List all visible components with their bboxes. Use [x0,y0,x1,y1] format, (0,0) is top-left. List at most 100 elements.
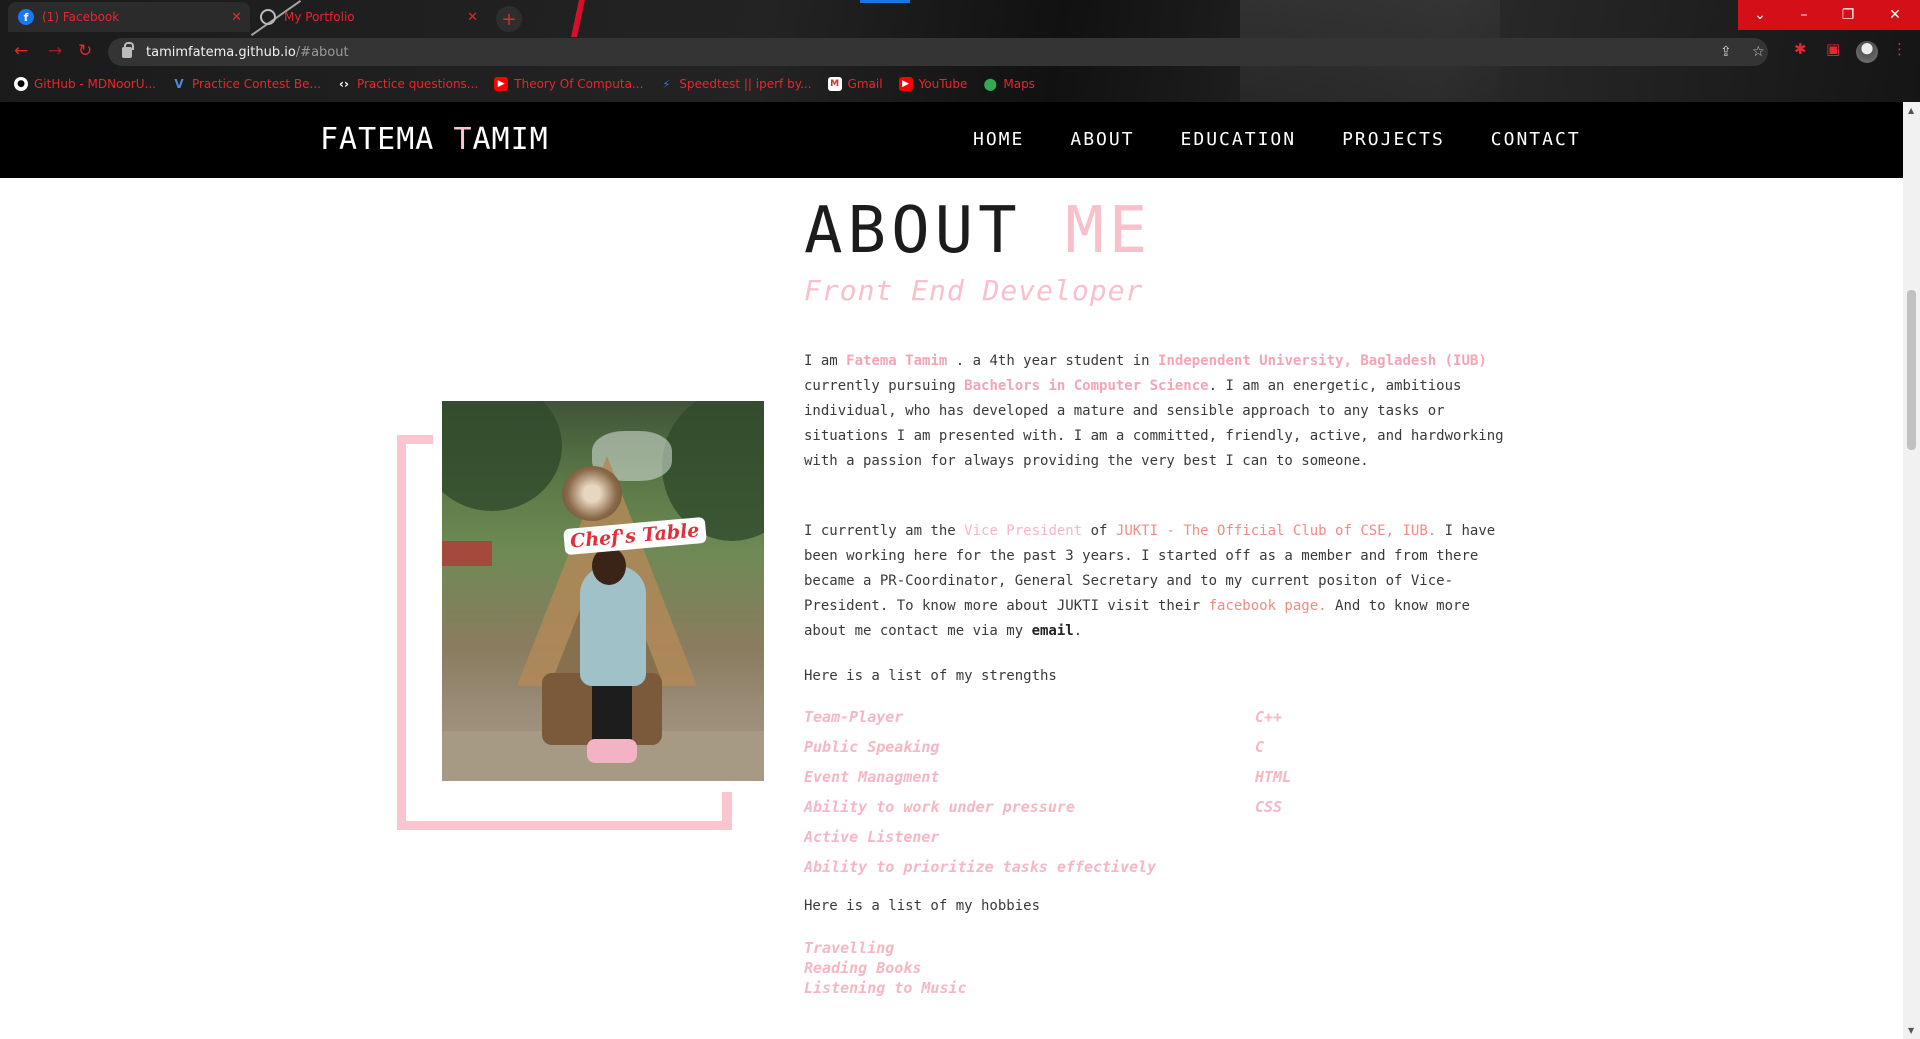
photo-person-head [592,547,626,585]
skill-item: C [1255,738,1265,756]
bookmark-label: GitHub - MDNoorU... [34,77,156,91]
photo-tent [442,541,492,566]
v-icon: V [174,77,184,91]
facebook-page-link[interactable]: facebook page. [1209,598,1327,614]
highlight-degree: Bachelors in Computer Science [964,378,1209,394]
bookmark-youtube[interactable]: ▶ YouTube [898,77,967,91]
bookmark-github[interactable]: ● GitHub - MDNoorU... [14,77,156,91]
gmail-icon: M [827,77,842,91]
scroll-down-arrow-icon[interactable]: ▼ [1908,1026,1914,1035]
globe-icon [260,9,276,25]
about-heading: ABOUT ME [804,194,1152,268]
url-path: /#about [295,44,349,60]
jukti-link[interactable]: JUKTI - The Official Club of CSE, IUB. [1116,523,1436,539]
skill-item: C++ [1255,708,1283,726]
menu-dots-icon[interactable]: ⋮ [1892,40,1907,58]
profile-avatar[interactable] [1856,41,1878,63]
logo-accent-letter: T [453,122,473,157]
photo-flowers [562,466,622,521]
restore-button[interactable]: ❐ [1826,0,1870,30]
text: . [1073,623,1083,639]
skill-item: HTML [1255,768,1292,786]
strengths-intro: Here is a list of my strengths [804,668,1057,684]
bookmark-label: Practice Contest Be... [191,77,321,91]
close-icon[interactable]: ✕ [467,10,478,25]
scroll-up-arrow-icon[interactable]: ▲ [1908,106,1914,115]
about-subtitle: Front End Developer [804,274,1144,307]
site-navbar: FATEMA TAMIM HOME ABOUT EDUCATION PROJEC… [0,102,1903,178]
browser-chrome: f (1) Facebook ✕ My Portfolio ✕ + ⌄ – ❐ … [0,0,1920,102]
minimize-button[interactable]: – [1782,0,1826,30]
about-paragraph-1: I am Fatema Tamim . a 4th year student i… [804,349,1504,474]
page-scrollbar[interactable]: ▲ ▼ [1903,102,1920,1039]
nav-education[interactable]: EDUCATION [1181,129,1297,150]
maps-pin-icon: ⬤ [983,77,998,91]
nav-projects[interactable]: PROJECTS [1342,129,1445,150]
bookmark-maps[interactable]: ⬤ Maps [983,77,1035,91]
close-icon[interactable]: ✕ [231,10,242,25]
youtube-icon: ▶ [898,77,913,91]
bookmark-label: Theory Of Computa... [514,77,644,91]
side-panel-icon[interactable]: ▣ [1826,40,1840,58]
highlight-university: Independent University, Bagladesh (IUB) [1158,353,1487,369]
hobbies-intro: Here is a list of my hobbies [804,898,1041,914]
email-link[interactable]: email [1032,623,1074,639]
share-icon[interactable]: ⇪ [1720,44,1732,60]
bookmark-label: Maps [1003,77,1035,91]
hobby-item: Listening to Music [804,979,967,997]
strength-item: Event Managment [804,768,940,786]
youtube-icon: ▶ [494,77,509,91]
toolbar: ← → ↻ tamimfatema.github.io/#about ⇪ ☆ ✱… [0,34,1920,70]
scrollbar-thumb[interactable] [1907,290,1916,450]
bookmark-star-icon[interactable]: ☆ [1752,44,1765,60]
web-page: FATEMA TAMIM HOME ABOUT EDUCATION PROJEC… [0,102,1903,1039]
strength-item: Team-Player [804,708,904,726]
text: currently pursuing [804,378,965,394]
nav-contact[interactable]: CONTACT [1491,129,1581,150]
bookmark-practice-questions[interactable]: ‹› Practice questions... [337,77,478,91]
logo-text: FATEMA [320,122,454,157]
forward-button[interactable]: → [48,41,62,61]
back-button[interactable]: ← [14,41,28,61]
tab-my-portfolio[interactable]: My Portfolio ✕ [250,2,486,32]
nav-menu: HOME ABOUT EDUCATION PROJECTS CONTACT [973,129,1581,150]
bookmark-label: Speedtest || iperf by... [679,77,812,91]
url-host: tamimfatema.github.io [146,44,296,60]
highlight-role: Vice President [964,523,1083,539]
close-window-button[interactable]: ✕ [1870,0,1920,30]
photo-person-shoes [587,739,637,763]
text: I currently am the [804,523,965,539]
tab-search-button[interactable]: ⌄ [1738,0,1782,30]
site-logo[interactable]: FATEMA TAMIM [320,122,549,157]
nav-home[interactable]: HOME [973,129,1024,150]
skill-item: CSS [1255,798,1283,816]
extensions-icon[interactable]: ✱ [1794,40,1807,58]
bookmark-label: Gmail [847,77,883,91]
about-paragraph-2: I currently am the Vice President of JUK… [804,519,1504,644]
tab-title: (1) Facebook [42,10,120,24]
code-icon: ‹› [339,77,349,91]
tab-title: My Portfolio [284,10,355,24]
bookmark-speedtest[interactable]: ⚡ Speedtest || iperf by... [659,77,812,91]
highlight-name: Fatema Tamim [846,353,948,369]
hobby-item: Travelling [804,939,895,957]
bookmark-theory-of-computation[interactable]: ▶ Theory Of Computa... [494,77,643,91]
profile-photo: Chef's Table [442,401,764,781]
photo-frame-corner [397,435,433,444]
logo-text-rest: AMIM [472,122,549,157]
bookmark-gmail[interactable]: M Gmail [827,77,883,91]
strength-item: Active Listener [804,828,940,846]
lock-icon[interactable] [122,41,134,58]
speedtest-icon: ⚡ [662,77,671,91]
tab-strip: f (1) Facebook ✕ My Portfolio ✕ + [0,0,1920,34]
github-icon: ● [14,77,28,91]
bookmark-label: Practice questions... [356,77,479,91]
strength-item: Public Speaking [804,738,940,756]
nav-about[interactable]: ABOUT [1070,129,1134,150]
text: . a 4th year student in [947,353,1159,369]
new-tab-button[interactable]: + [496,6,522,32]
bookmark-practice-contest[interactable]: V Practice Contest Be... [172,77,321,91]
address-bar[interactable]: tamimfatema.github.io/#about ⇪ ☆ [108,38,1768,66]
tab-facebook[interactable]: f (1) Facebook ✕ [8,2,250,32]
reload-button[interactable]: ↻ [78,41,92,61]
